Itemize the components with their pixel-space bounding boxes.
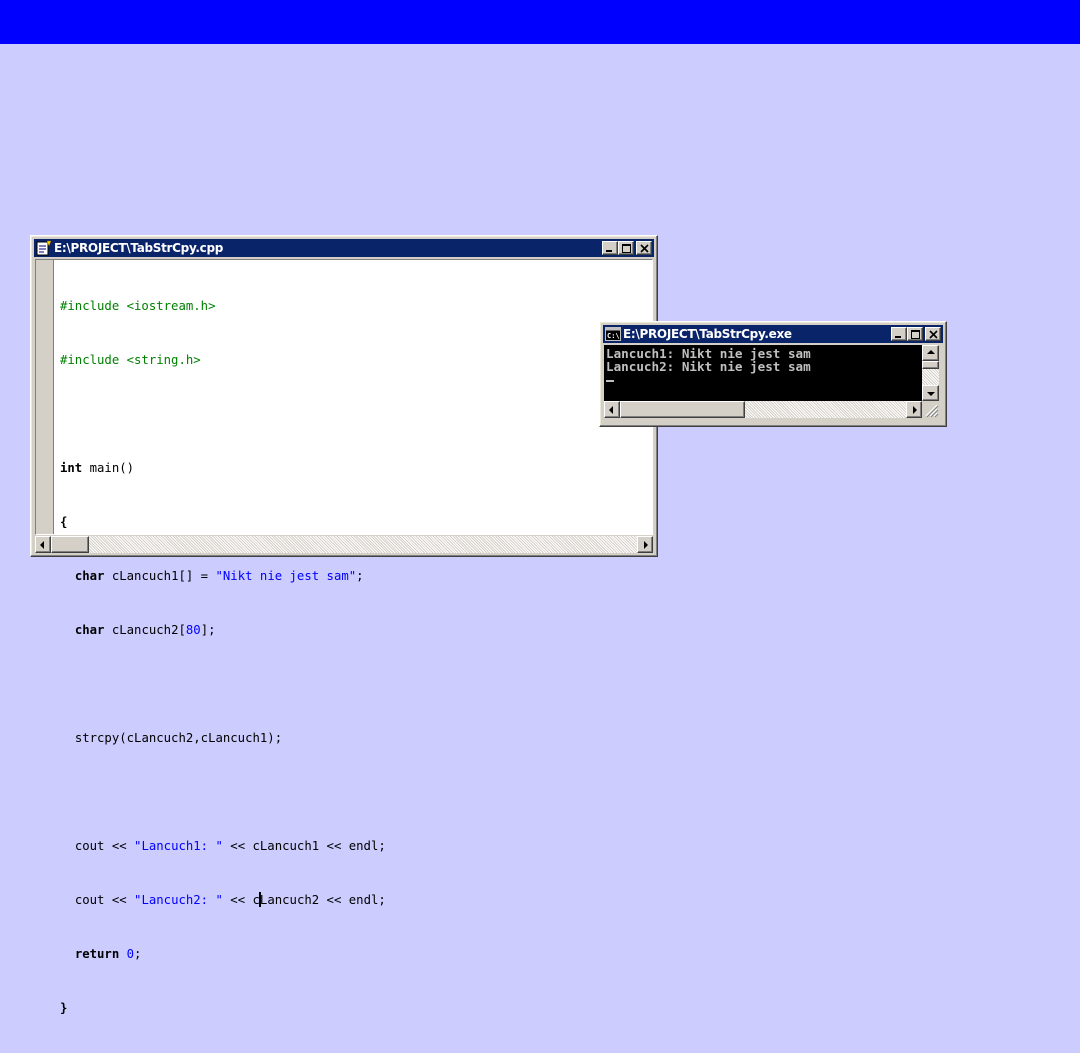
console-vertical-scrollbar[interactable] — [922, 345, 939, 401]
close-button[interactable] — [925, 327, 941, 341]
code-line: cout << "Lancuch2: " << cLancuch2 << end… — [60, 891, 652, 909]
editor-horizontal-scrollbar[interactable] — [35, 536, 653, 553]
minimize-button[interactable] — [891, 327, 907, 341]
editor-window[interactable]: E:\PROJECT\TabStrCpy.cpp #include <iostr… — [30, 235, 658, 1015]
keyword: char — [74, 569, 105, 583]
code-text: strcpy(cLancuch2,cLancuch1); — [74, 731, 283, 745]
code-line: cout << "Lancuch1: " << cLancuch1 << end… — [60, 837, 652, 855]
console-output[interactable]: Lancuch1: Nikt nie jest sam Lancuch2: Ni… — [604, 345, 922, 401]
console-cursor — [606, 380, 614, 382]
maximize-button[interactable] — [618, 241, 634, 255]
string-literal: "Nikt nie jest sam" — [215, 569, 357, 583]
code-text: cLancuch1[] = — [104, 569, 216, 583]
code-line: #include <string.h> — [60, 351, 652, 369]
code-text: ; — [356, 569, 364, 583]
console-icon: C:\ — [605, 327, 621, 341]
console-window[interactable]: C:\ E:\PROJECT\TabStrCpy.exe Lancuch1: N… — [599, 321, 947, 427]
code-line: char cLancuch1[] = "Nikt nie jest sam"; — [60, 567, 652, 585]
brace: { — [60, 515, 68, 529]
code-line: } — [60, 999, 652, 1017]
scroll-thumb[interactable] — [51, 536, 89, 553]
keyword: return — [74, 947, 120, 961]
close-button[interactable] — [636, 241, 652, 255]
close-icon — [929, 330, 938, 339]
code-text: cLancuch2[ — [104, 623, 186, 637]
arrow-right-icon — [644, 540, 648, 549]
minimize-button[interactable] — [602, 241, 618, 255]
include-directive: #include <string.h> — [60, 353, 201, 367]
arrow-left-icon — [609, 405, 613, 414]
string-literal: "Lancuch2: " — [134, 893, 223, 907]
top-banner — [0, 0, 1080, 44]
minimize-icon — [606, 250, 612, 252]
code-line: #include <iostream.h> — [60, 297, 652, 315]
svg-text:C:\: C:\ — [607, 332, 620, 340]
string-literal: "Lancuch1: " — [134, 839, 223, 853]
arrow-down-icon — [926, 392, 935, 396]
resize-grip[interactable] — [922, 401, 939, 418]
code-line: int main() — [60, 459, 652, 477]
number-literal: 0 — [126, 947, 135, 961]
scroll-right-button[interactable] — [637, 536, 653, 553]
cpp-source-file-icon — [36, 240, 52, 256]
editor-gutter — [36, 260, 54, 534]
minimize-icon — [895, 336, 901, 338]
include-directive: #include <iostream.h> — [60, 299, 216, 313]
code-text: Lancuch2 << endl; — [259, 893, 386, 907]
console-title: E:\PROJECT\TabStrCpy.exe — [623, 327, 792, 341]
number-literal: 80 — [185, 623, 201, 637]
code-line: { — [60, 513, 652, 531]
maximize-icon — [622, 244, 631, 253]
scroll-thumb[interactable] — [620, 401, 745, 418]
arrow-right-icon — [913, 405, 917, 414]
code-text: cout << — [74, 839, 135, 853]
scroll-right-button[interactable] — [906, 401, 922, 418]
close-icon — [640, 244, 649, 253]
console-titlebar[interactable]: C:\ E:\PROJECT\TabStrCpy.exe — [603, 325, 943, 343]
keyword: char — [74, 623, 105, 637]
code-text: << c — [222, 893, 260, 907]
code-editor[interactable]: #include <iostream.h> #include <string.h… — [35, 259, 653, 1015]
scroll-up-button[interactable] — [922, 345, 939, 361]
code-line: return 0; — [60, 945, 652, 963]
code-line: strcpy(cLancuch2,cLancuch1); — [60, 729, 652, 747]
arrow-left-icon — [40, 540, 44, 549]
console-line: Lancuch2: Nikt nie jest sam — [606, 359, 811, 374]
source-code[interactable]: #include <iostream.h> #include <string.h… — [60, 261, 652, 1015]
scroll-left-button[interactable] — [35, 536, 51, 553]
editor-title: E:\PROJECT\TabStrCpy.cpp — [54, 241, 224, 255]
resize-grip-icon — [925, 404, 939, 418]
scroll-left-button[interactable] — [604, 401, 620, 418]
console-horizontal-scrollbar[interactable] — [604, 401, 922, 418]
code-text: ; — [134, 947, 142, 961]
code-text: << cLancuch1 << endl; — [222, 839, 386, 853]
maximize-icon — [911, 330, 920, 339]
code-text: cout << — [74, 893, 135, 907]
code-line: char cLancuch2[80]; — [60, 621, 652, 639]
arrow-up-icon — [926, 350, 935, 354]
keyword: int — [60, 461, 83, 475]
brace: } — [60, 1001, 68, 1015]
scroll-down-button[interactable] — [922, 385, 939, 401]
editor-titlebar[interactable]: E:\PROJECT\TabStrCpy.cpp — [34, 239, 654, 257]
code-text: main() — [82, 461, 135, 475]
scroll-thumb[interactable] — [922, 361, 939, 369]
code-text: ]; — [200, 623, 216, 637]
maximize-button[interactable] — [907, 327, 923, 341]
